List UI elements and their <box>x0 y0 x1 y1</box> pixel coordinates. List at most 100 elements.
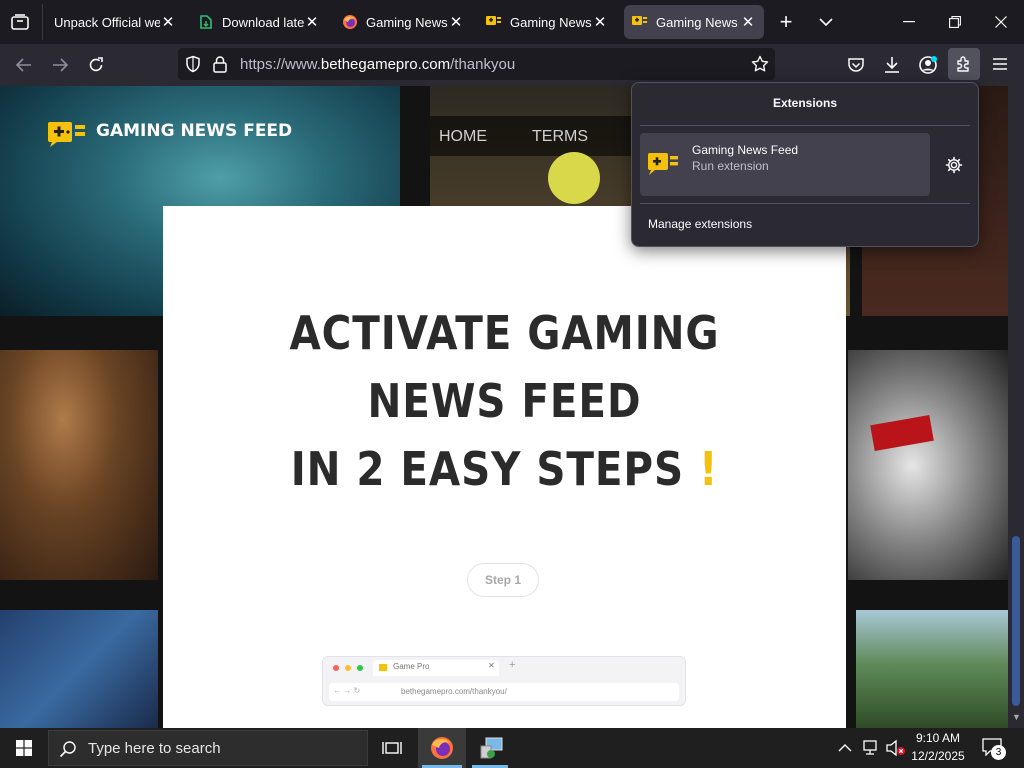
tab-divider <box>42 4 43 40</box>
mini-tab-title: Game Pro <box>393 662 430 671</box>
step-1-badge: Step 1 <box>467 563 539 597</box>
clock-time[interactable]: 9:10 AM <box>906 731 970 745</box>
lock-icon[interactable] <box>212 55 230 73</box>
gamepad-logo-icon <box>632 14 648 30</box>
tab-title: Gaming News Feed <box>510 14 592 30</box>
mini-tab: Game Pro ✕ <box>373 660 499 676</box>
tab-download[interactable]: Download latest ✕ <box>190 5 328 39</box>
mini-address-bar: ← → ↻ bethegamepro.com/thankyou/ <box>329 683 679 701</box>
extension-name: Gaming News Feed <box>692 143 799 157</box>
close-icon[interactable]: ✕ <box>592 13 608 31</box>
url-prefix: https://www. <box>240 56 321 73</box>
windows-start-icon[interactable] <box>0 728 48 768</box>
manage-extensions-link[interactable]: Manage extensions <box>648 217 752 231</box>
panel-divider <box>640 125 970 126</box>
headline-line-1: ACTIVATE GAMING <box>289 306 720 360</box>
shield-icon[interactable] <box>184 55 202 73</box>
downloads-icon[interactable] <box>876 49 908 81</box>
art-candy-bar <box>0 350 158 580</box>
search-icon <box>59 740 77 763</box>
close-icon[interactable]: ✕ <box>448 13 464 31</box>
extension-item-gaming-news-feed[interactable]: Gaming News Feed Run extension <box>640 133 930 196</box>
site-logo-icon <box>48 120 88 148</box>
tab-gaming-news-1[interactable]: Gaming News Feed ✕ <box>334 5 472 39</box>
forward-arrow-icon[interactable] <box>44 49 76 81</box>
art-solid-snake <box>848 350 1008 580</box>
taskbar-search-box[interactable]: Type here to search <box>48 730 368 766</box>
extensions-puzzle-icon[interactable] <box>948 48 980 80</box>
task-view-icon[interactable] <box>372 728 412 768</box>
firefox-icon <box>430 736 454 765</box>
pocket-icon[interactable] <box>840 49 872 81</box>
activation-modal: ACTIVATE GAMING NEWS FEED IN 2 EASY STEP… <box>163 206 846 728</box>
tab-bar: Unpack Official website ✕ Download lates… <box>0 0 1024 44</box>
mini-url: bethegamepro.com/thankyou/ <box>401 687 507 696</box>
menu-hamburger-icon[interactable] <box>984 48 1016 80</box>
mini-dot-red <box>333 665 339 671</box>
list-tabs-chevron-down-icon[interactable] <box>810 6 842 38</box>
close-icon[interactable]: ✕ <box>740 13 756 31</box>
close-window-icon[interactable] <box>978 0 1024 44</box>
panel-divider <box>640 203 970 204</box>
gamepad-logo-icon <box>648 151 680 179</box>
url-text[interactable]: https://www.bethegamepro.com/thankyou <box>240 56 515 73</box>
nav-terms-link[interactable]: TERMS <box>532 128 588 146</box>
headline-line-2: NEWS FEED <box>367 374 642 428</box>
back-arrow-icon[interactable] <box>8 49 40 81</box>
art-jungle <box>856 610 1008 728</box>
mini-browser-illustration: Game Pro ✕ + ← → ↻ bethegamepro.com/than… <box>322 656 686 706</box>
cartoon-character <box>548 152 600 204</box>
url-domain: bethegamepro.com <box>320 56 451 73</box>
headline-line-3: IN 2 EASY STEPS ! <box>204 442 805 496</box>
computer-app-icon <box>480 736 504 765</box>
search-placeholder: Type here to search <box>88 740 221 757</box>
scrollbar-thumb[interactable] <box>1012 536 1020 706</box>
windows-taskbar: Type here to search 9:10 AM 12/2/2025 3 <box>0 728 1024 768</box>
network-icon[interactable] <box>862 739 880 762</box>
page-scrollbar[interactable]: ▼ <box>1008 86 1024 728</box>
extensions-panel: Extensions Gaming News Feed Run extensio… <box>631 82 979 247</box>
tab-title: Unpack Official website <box>54 14 160 30</box>
volume-muted-icon[interactable] <box>886 739 906 762</box>
mini-tab-logo-icon <box>379 664 387 671</box>
minimize-icon[interactable] <box>886 0 932 44</box>
tab-title: Gaming News Feed <box>366 14 448 30</box>
mini-dot-yellow <box>345 665 351 671</box>
extensions-panel-title: Extensions <box>772 96 838 110</box>
notifications-icon[interactable]: 3 <box>982 738 1006 760</box>
clock-date[interactable]: 12/2/2025 <box>906 749 970 763</box>
tab-title: Gaming News Feed <box>656 14 740 30</box>
tab-gaming-news-active[interactable]: Gaming News Feed ✕ <box>624 5 764 39</box>
gear-icon[interactable] <box>942 153 966 177</box>
tab-gaming-news-2[interactable]: Gaming News Feed ✕ <box>478 5 616 39</box>
mini-plus-icon: + <box>509 659 516 671</box>
chevron-up-icon[interactable] <box>838 740 852 758</box>
art-persona <box>0 610 158 728</box>
tab-title: Download latest <box>222 14 304 30</box>
bookmark-star-icon[interactable] <box>744 48 776 80</box>
restore-icon[interactable] <box>932 0 978 44</box>
url-path: /thankyou <box>450 56 516 73</box>
new-tab-plus-icon[interactable]: + <box>770 6 802 38</box>
headline-exclaim: ! <box>698 442 719 496</box>
close-icon[interactable]: ✕ <box>304 13 320 31</box>
close-icon[interactable]: ✕ <box>160 13 176 31</box>
mini-close-icon: ✕ <box>488 661 495 670</box>
nav-home-link[interactable]: HOME <box>439 128 487 146</box>
account-icon[interactable] <box>912 49 944 81</box>
reload-icon[interactable] <box>80 49 112 81</box>
firefox-icon <box>342 14 358 30</box>
mini-nav-arrows-icon: ← → ↻ <box>333 686 361 695</box>
tab-overview-icon[interactable] <box>4 6 36 38</box>
site-brand[interactable]: GAMING NEWS FEED <box>96 121 292 141</box>
scroll-down-icon[interactable]: ▼ <box>1012 712 1021 722</box>
notification-count-badge: 3 <box>991 745 1006 760</box>
download-page-icon <box>198 14 214 30</box>
mini-dot-green <box>357 665 363 671</box>
taskbar-firefox[interactable] <box>418 728 466 768</box>
taskbar-app-2[interactable] <box>468 728 512 768</box>
gamepad-logo-icon <box>486 14 502 30</box>
headline-line-3-text: IN 2 EASY STEPS <box>290 442 684 496</box>
tab-unpack[interactable]: Unpack Official website ✕ <box>46 5 184 39</box>
extension-action: Run extension <box>692 159 769 173</box>
